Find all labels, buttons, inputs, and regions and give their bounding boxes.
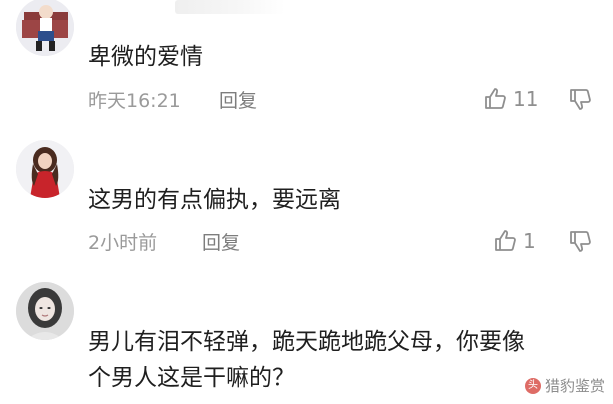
avatar-comment-2[interactable] [16,140,74,198]
avatar-woman-portrait-icon [16,282,74,340]
comment-text-1: 卑微的爱情 [88,44,203,70]
like-count-2: 1 [523,229,536,253]
avatar-woman-red-dress-icon [16,140,74,198]
thumbs-down-icon [569,87,595,111]
thumbs-up-icon [484,87,508,111]
reply-button-2[interactable]: 回复 [202,231,240,255]
thumbs-up-icon [494,229,518,253]
comment-text-3-line-2: 个男人这是干嘛的？ [88,365,295,391]
reply-button-1[interactable]: 回复 [219,89,257,113]
comment-time-1: 昨天16:21 [88,90,181,112]
dislike-button-1[interactable] [569,87,595,113]
avatar-illustrated-person-icon [16,0,74,56]
thumbs-down-icon [569,229,595,253]
comment-time-2: 2小时前 [88,232,158,254]
watermark-logo-icon: 头 [524,377,541,394]
like-button-1[interactable]: 11 [484,87,538,111]
avatar-comment-1[interactable] [16,0,74,56]
comment-text-2: 这男的有点偏执，要远离 [88,187,341,213]
comment-text-3-line-1: 男儿有泪不轻弹，跪天跪地跪父母，你要像 [88,329,525,355]
avatar-comment-3[interactable] [16,282,74,340]
username-blurred [175,0,285,14]
watermark-text: 猎豹鉴赏 [544,377,605,395]
dislike-button-2[interactable] [569,229,595,255]
like-button-2[interactable]: 1 [494,229,536,253]
like-count-1: 11 [513,87,539,111]
watermark: 头 猎豹鉴赏 [524,375,605,396]
